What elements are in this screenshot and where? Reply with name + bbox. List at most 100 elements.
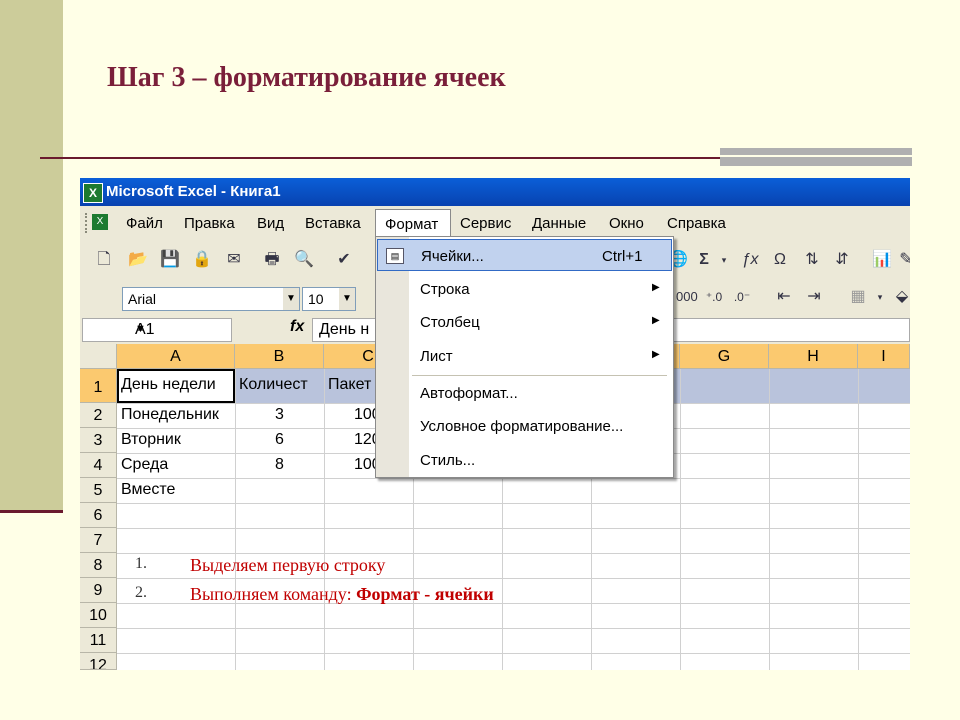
grid-line	[769, 369, 770, 670]
cell-b4[interactable]: 8	[235, 456, 324, 474]
chevron-down-icon[interactable]: ▼	[135, 323, 229, 335]
menu-tools[interactable]: Сервис	[460, 215, 511, 232]
window-titlebar[interactable]: X Microsoft Excel - Книга1	[80, 178, 910, 206]
row-header-11[interactable]: 11	[80, 628, 117, 653]
format-cells-icon: ▤	[386, 248, 404, 264]
menu-format-open[interactable]: Формат	[375, 209, 451, 239]
row-header-5[interactable]: 5	[80, 478, 117, 503]
row-header-6[interactable]: 6	[80, 503, 117, 528]
chart-wizard-icon[interactable]: 📊	[872, 250, 892, 270]
chevron-down-icon[interactable]: ▼	[283, 288, 299, 310]
autosum-dropdown-icon[interactable]: ▾	[714, 250, 734, 270]
new-document-icon[interactable]: 🗋	[94, 250, 114, 270]
row-header-2[interactable]: 2	[80, 403, 117, 428]
save-icon[interactable]: 💾	[160, 250, 180, 270]
cell-b3[interactable]: 6	[235, 431, 324, 449]
borders-icon[interactable]: ▦	[848, 287, 868, 307]
col-header-i[interactable]: I	[858, 344, 910, 369]
workbook-icon[interactable]: X	[92, 214, 108, 230]
menu-item-cells[interactable]: ▤ Ячейки... Ctrl+1	[377, 239, 672, 271]
comma-style-icon[interactable]: 000	[676, 287, 698, 307]
email-icon[interactable]: ✉	[224, 250, 244, 270]
sort-descending-icon[interactable]: ⇵	[832, 250, 852, 270]
open-folder-icon[interactable]: 📂	[128, 250, 148, 270]
cell-c3[interactable]: 120	[354, 431, 376, 449]
row-header-12[interactable]: 12	[80, 653, 117, 670]
format-menu-dropdown: ▤ Ячейки... Ctrl+1 Строка ▶ Столбец ▶ Ли…	[375, 236, 674, 478]
grid-line	[117, 478, 910, 479]
menu-edit[interactable]: Правка	[184, 215, 235, 232]
spelling-icon[interactable]: ✔	[334, 250, 354, 270]
grid-line	[324, 369, 325, 670]
col-header-b[interactable]: B	[235, 344, 324, 369]
increase-indent-icon[interactable]: ⇥	[804, 287, 824, 307]
print-preview-icon[interactable]: 🔍	[294, 250, 314, 270]
cell-a4[interactable]: Среда	[121, 456, 233, 474]
font-size-select[interactable]: 10 ▼	[302, 287, 356, 311]
row-header-7[interactable]: 7	[80, 528, 117, 553]
autosum-icon[interactable]: Σ	[694, 250, 714, 270]
menu-file[interactable]: Файл	[126, 215, 163, 232]
menu-item-conditional-formatting[interactable]: Условное форматирование...	[377, 410, 672, 442]
cell-a3[interactable]: Вторник	[121, 431, 233, 449]
decrease-indent-icon[interactable]: ⇤	[774, 287, 794, 307]
permission-icon[interactable]: 🔒	[192, 250, 212, 270]
fill-color-icon[interactable]: ⬙	[892, 287, 910, 307]
cell-c4[interactable]: 100	[354, 456, 376, 474]
slide-left-bar-underline	[0, 510, 63, 513]
select-all-corner[interactable]	[80, 344, 117, 369]
insert-function-button[interactable]: fx	[290, 318, 304, 336]
menu-item-row[interactable]: Строка ▶	[377, 273, 672, 305]
col-header-a[interactable]: A	[117, 344, 235, 369]
grid-line	[117, 653, 910, 654]
row-header-3[interactable]: 3	[80, 428, 117, 453]
decrease-decimal-icon[interactable]: .0⁻	[732, 287, 752, 307]
cell-c1[interactable]: Пакет	[328, 376, 374, 394]
name-box[interactable]: A1 ▼	[82, 318, 232, 342]
font-name-select[interactable]: Arial ▼	[122, 287, 300, 311]
grid-line	[117, 628, 910, 629]
menu-window[interactable]: Окно	[609, 215, 644, 232]
symbol-icon[interactable]: Ω	[770, 250, 790, 270]
slide-title: Шаг 3 – форматирование ячеек	[107, 62, 506, 93]
menu-item-sheet[interactable]: Лист ▶	[377, 340, 672, 372]
print-icon[interactable]: 🖶	[262, 250, 282, 270]
menu-help[interactable]: Справка	[667, 215, 726, 232]
grid-line	[680, 369, 681, 670]
menu-separator	[412, 375, 667, 376]
submenu-arrow-icon: ▶	[652, 282, 660, 293]
sort-ascending-icon[interactable]: ⇅	[802, 250, 822, 270]
cell-a2[interactable]: Понедельник	[121, 406, 233, 424]
insert-function-icon[interactable]: ƒx	[740, 250, 760, 270]
row-header-9[interactable]: 9	[80, 578, 117, 603]
menu-item-autoformat[interactable]: Автоформат...	[377, 377, 672, 409]
cell-b2[interactable]: 3	[235, 406, 324, 424]
col-header-h[interactable]: H	[769, 344, 858, 369]
col-header-g[interactable]: G	[680, 344, 769, 369]
chevron-down-icon[interactable]: ▼	[339, 288, 355, 310]
menu-item-column[interactable]: Столбец ▶	[377, 306, 672, 338]
menu-data[interactable]: Данные	[532, 215, 586, 232]
submenu-arrow-icon: ▶	[652, 315, 660, 326]
increase-decimal-icon[interactable]: ⁺.0	[704, 287, 724, 307]
cell-a5[interactable]: Вместе	[121, 481, 233, 499]
cell-b1[interactable]: Количест	[239, 376, 323, 394]
menu-view[interactable]: Вид	[257, 215, 284, 232]
row-header-1[interactable]: 1	[80, 369, 117, 403]
grid-line	[117, 553, 910, 554]
excel-app-icon: X	[83, 183, 103, 203]
menubar-grip-handle[interactable]	[85, 213, 90, 233]
cell-a1[interactable]: День недели	[121, 376, 233, 394]
slide-left-bar	[0, 0, 63, 510]
submenu-arrow-icon: ▶	[652, 349, 660, 360]
grid-line	[117, 578, 910, 579]
borders-dropdown-icon[interactable]: ▾	[870, 287, 890, 307]
row-header-4[interactable]: 4	[80, 453, 117, 478]
row-header-10[interactable]: 10	[80, 603, 117, 628]
grid-line	[858, 369, 859, 670]
drawing-icon[interactable]: ✎	[896, 250, 910, 270]
menu-insert[interactable]: Вставка	[305, 215, 361, 232]
menu-item-style[interactable]: Стиль...	[377, 444, 672, 476]
cell-c2[interactable]: 100	[354, 406, 376, 424]
row-header-8[interactable]: 8	[80, 553, 117, 578]
